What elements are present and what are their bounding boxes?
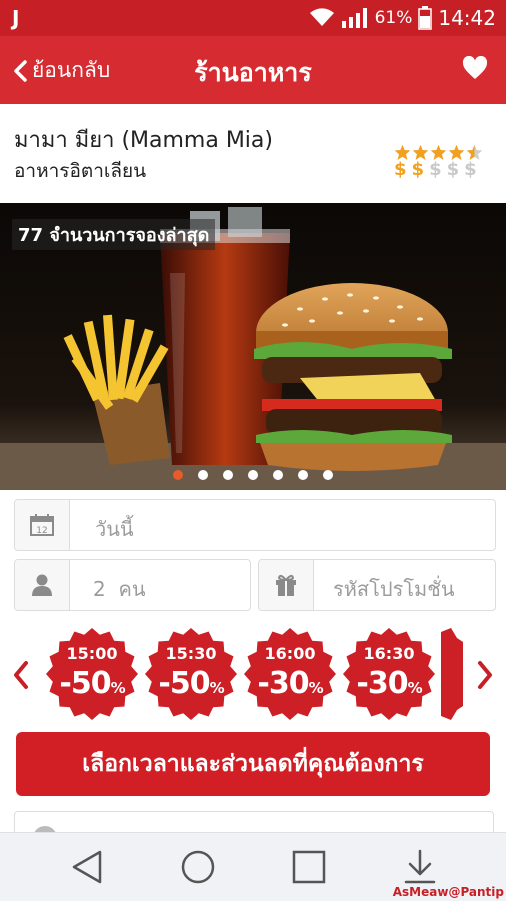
price-symbol: $ — [446, 159, 460, 180]
deal-badge[interactable]: 16:30 -30% — [343, 628, 435, 720]
price-symbol: $ — [464, 159, 477, 180]
notifications-down-icon[interactable] — [403, 849, 437, 885]
deal-badge[interactable]: 15:00 -50% — [46, 628, 138, 720]
back-nav-icon[interactable] — [70, 849, 104, 885]
battery-icon — [418, 6, 433, 30]
recents-nav-icon[interactable] — [291, 849, 327, 885]
wifi-icon — [309, 8, 334, 26]
chevron-left-icon — [14, 59, 27, 82]
restaurant-cuisine: อาหารอิตาเลียน — [14, 160, 147, 182]
back-button[interactable]: ย้อนกลับ — [12, 54, 110, 87]
price-level: $ $ $ $ $ — [394, 159, 486, 180]
people-value: 2 คน — [93, 577, 146, 601]
promo-field[interactable]: รหัสโปรโมชั่น — [258, 559, 496, 611]
home-nav-icon[interactable] — [180, 849, 216, 885]
status-icons: 61% 14:42 — [309, 5, 496, 31]
deal-badge[interactable]: 16:00 -30% — [244, 628, 336, 720]
app-bar: ย้อนกลับ ร้านอาหาร — [0, 36, 506, 104]
deal-discount: -50% — [59, 666, 125, 701]
deal-discount: -30% — [356, 666, 422, 701]
carousel-dot[interactable] — [173, 470, 183, 480]
deal-badge-partial — [441, 628, 463, 720]
carousel-dot[interactable] — [248, 470, 258, 480]
price-symbol: $ — [394, 159, 407, 180]
price-symbol: $ — [429, 159, 442, 180]
date-value: วันนี้ — [95, 517, 134, 541]
deal-time: 15:30 — [165, 644, 217, 663]
deal-discount: -30% — [257, 666, 323, 701]
signal-icon — [341, 8, 367, 28]
carousel-dot[interactable] — [298, 470, 308, 480]
date-field[interactable]: 12 วันนี้ — [14, 499, 496, 551]
watermark: AsMeaw@Pantip — [392, 885, 504, 899]
people-field[interactable]: 2 คน — [14, 559, 251, 611]
battery-percent: 61% — [374, 8, 413, 28]
rating-block: $ $ $ $ $ — [394, 144, 486, 180]
price-symbol: $ — [411, 159, 425, 180]
carousel-dot[interactable] — [198, 470, 208, 480]
person-icon — [15, 560, 70, 610]
deal-badge[interactable]: 15:30 -50% — [145, 628, 237, 720]
heart-icon[interactable] — [462, 56, 488, 80]
chevron-left-icon[interactable] — [10, 658, 32, 692]
deal-time: 16:00 — [264, 644, 316, 663]
calendar-icon: 12 — [15, 500, 70, 550]
hero-image[interactable]: 77 จำนวนการจองล่าสุด — [0, 203, 506, 490]
system-nav-bar: AsMeaw@Pantip — [0, 832, 506, 901]
carousel-dot[interactable] — [223, 470, 233, 480]
restaurant-name: มามา มียา (Mamma Mia) — [14, 128, 273, 153]
gift-icon — [259, 560, 314, 610]
recent-bookings-label: 77 จำนวนการจองล่าสุด — [12, 219, 216, 250]
chevron-right-icon[interactable] — [474, 658, 496, 692]
carousel-dots[interactable] — [0, 470, 506, 480]
svg-text:12: 12 — [36, 526, 47, 536]
restaurant-info: มามา มียา (Mamma Mia) อาหารอิตาเลียน $ $ $… — [0, 104, 506, 203]
back-label: ย้อนกลับ — [32, 58, 111, 82]
deal-discount: -50% — [158, 666, 224, 701]
select-time-discount-button[interactable]: เลือกเวลาและส่วนลดที่คุณต้องการ — [16, 732, 490, 796]
carousel-dot[interactable] — [273, 470, 283, 480]
deal-carousel: 15:00 -50% 15:30 -50% 16:00 -30% 16:30 -30% — [0, 628, 506, 724]
app-notification-icon: J — [12, 6, 20, 30]
deal-time: 15:00 — [66, 644, 118, 663]
clock: 14:42 — [438, 6, 496, 30]
promo-input[interactable]: รหัสโปรโมชั่น — [333, 573, 454, 605]
carousel-dot[interactable] — [323, 470, 333, 480]
status-bar: J 61% 14:42 — [0, 0, 506, 36]
deal-time: 16:30 — [363, 644, 415, 663]
